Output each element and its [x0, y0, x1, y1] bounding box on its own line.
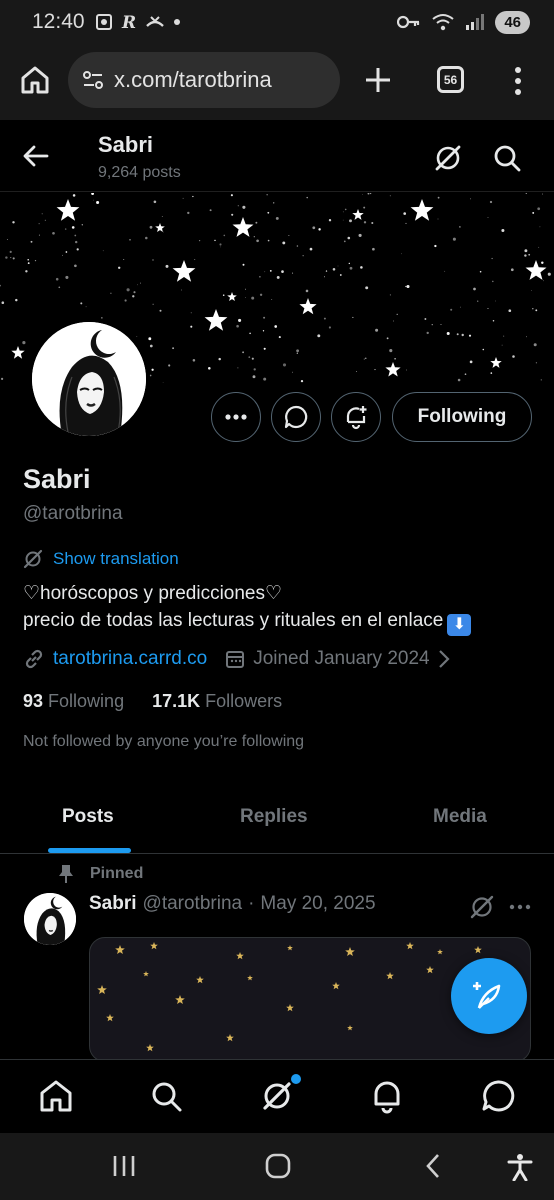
profile-bio: ♡horóscopos y predicciones♡ precio de to…: [23, 580, 472, 636]
link-icon: [25, 649, 43, 669]
followers-count: 17.1K: [152, 691, 201, 711]
profile-handle: @tarotbrina: [23, 503, 123, 524]
more-horizontal-icon: [225, 414, 247, 420]
battery-badge: 46: [495, 10, 530, 34]
pin-icon: [59, 865, 73, 883]
svg-text:R: R: [121, 13, 136, 31]
active-tab-indicator: [48, 848, 131, 853]
key-icon: [397, 15, 420, 29]
recent-apps-icon[interactable]: [112, 1153, 136, 1179]
compose-feather-icon: [473, 982, 501, 1009]
followers-count-link[interactable]: 17.1K Followers: [152, 691, 282, 712]
grok-icon[interactable]: [432, 142, 464, 174]
followers-label: Followers: [205, 691, 283, 711]
grok-icon[interactable]: [468, 893, 496, 921]
back-arrow-icon[interactable]: [20, 140, 52, 172]
follow-counts: 93 Following 17.1K Followers: [23, 691, 282, 712]
more-options-button[interactable]: [211, 392, 261, 442]
search-icon[interactable]: [491, 142, 523, 174]
following-count: 93: [23, 691, 44, 711]
subscribe-notifications-button[interactable]: [331, 392, 381, 442]
address-bar[interactable]: x.com/tarotbrina: [68, 52, 340, 108]
back-chevron-icon[interactable]: [424, 1153, 442, 1179]
header-name: Sabri: [98, 132, 154, 157]
new-tab-icon[interactable]: [360, 62, 396, 98]
grok-notification-dot: [291, 1074, 301, 1084]
post-avatar-illustration: [24, 893, 76, 945]
grok-translate-icon: [23, 549, 43, 569]
following-label: Following: [48, 691, 125, 711]
dot-icon: [173, 19, 180, 25]
tab-switcher-button[interactable]: 56: [437, 66, 464, 93]
profile-avatar[interactable]: [28, 318, 150, 440]
more-horizontal-icon[interactable]: [506, 893, 534, 921]
tab-posts[interactable]: Posts: [62, 806, 114, 828]
profile-meta: tarotbrina.carrd.co Joined January 2024: [23, 648, 450, 670]
signal-icon: [466, 14, 485, 30]
wifi-icon: [432, 14, 454, 31]
followed-by-note: Not followed by anyone you’re following: [23, 733, 305, 750]
home-icon[interactable]: [19, 64, 51, 96]
profile-website-link[interactable]: tarotbrina.carrd.co: [53, 648, 207, 670]
post-avatar[interactable]: [24, 893, 76, 945]
status-bar: 12:40 R 46: [0, 0, 554, 44]
bottom-navigation: [0, 1059, 554, 1133]
calendar-icon: [226, 651, 245, 668]
message-bubble-icon: [284, 405, 308, 429]
tab-replies[interactable]: Replies: [240, 806, 308, 828]
chevron-right-icon[interactable]: [438, 649, 450, 669]
messages-icon[interactable]: [480, 1078, 516, 1114]
show-translation-link[interactable]: Show translation: [23, 549, 179, 569]
accessibility-icon[interactable]: [506, 1153, 534, 1181]
pinned-label: Pinned: [90, 865, 144, 882]
home-icon[interactable]: [38, 1078, 74, 1114]
screenshot-icon: [95, 14, 112, 30]
bio-line-2: precio de todas las lecturas y rituales …: [23, 610, 444, 631]
following-count-link[interactable]: 93 Following: [23, 691, 124, 712]
pinned-indicator: Pinned: [58, 864, 143, 884]
show-translation-label[interactable]: Show translation: [53, 549, 179, 569]
following-button[interactable]: Following: [392, 392, 532, 442]
post-date[interactable]: May 20, 2025: [260, 893, 375, 915]
post-handle[interactable]: @tarotbrina: [143, 893, 243, 915]
avatar-illustration: [32, 322, 146, 436]
browser-toolbar: x.com/tarotbrina 56: [0, 44, 554, 120]
joined-date: Joined January 2024: [253, 648, 430, 669]
tab-media[interactable]: Media: [433, 806, 487, 828]
message-button[interactable]: [271, 392, 321, 442]
url-text[interactable]: x.com/tarotbrina: [114, 67, 272, 93]
post-header: Sabri @tarotbrina · May 20, 2025: [89, 893, 376, 915]
site-settings-icon[interactable]: [82, 69, 104, 91]
profile-tabs: Posts Replies Media: [0, 784, 554, 854]
android-navigation-bar: [0, 1133, 554, 1200]
post-separator: ·: [248, 893, 255, 914]
explore-search-icon[interactable]: [148, 1078, 184, 1114]
app-r-icon: R: [121, 13, 136, 31]
grok-nav-icon[interactable]: [259, 1078, 295, 1114]
profile-header: Sabri 9,264 posts: [0, 122, 554, 192]
more-vert-icon[interactable]: [508, 64, 528, 98]
header-post-count: 9,264 posts: [98, 164, 181, 181]
home-circle-icon[interactable]: [264, 1153, 292, 1179]
down-arrow-emoji: ⬇: [447, 614, 472, 636]
notifications-bell-icon[interactable]: [369, 1078, 405, 1114]
compose-post-button[interactable]: [451, 958, 527, 1034]
status-time: 12:40: [32, 10, 85, 33]
bio-line-1: ♡horóscopos y predicciones♡: [23, 583, 283, 604]
missed-call-icon: [145, 16, 164, 27]
post-author[interactable]: Sabri: [89, 893, 137, 915]
bell-plus-icon: [346, 406, 367, 430]
display-name: Sabri: [23, 464, 91, 494]
